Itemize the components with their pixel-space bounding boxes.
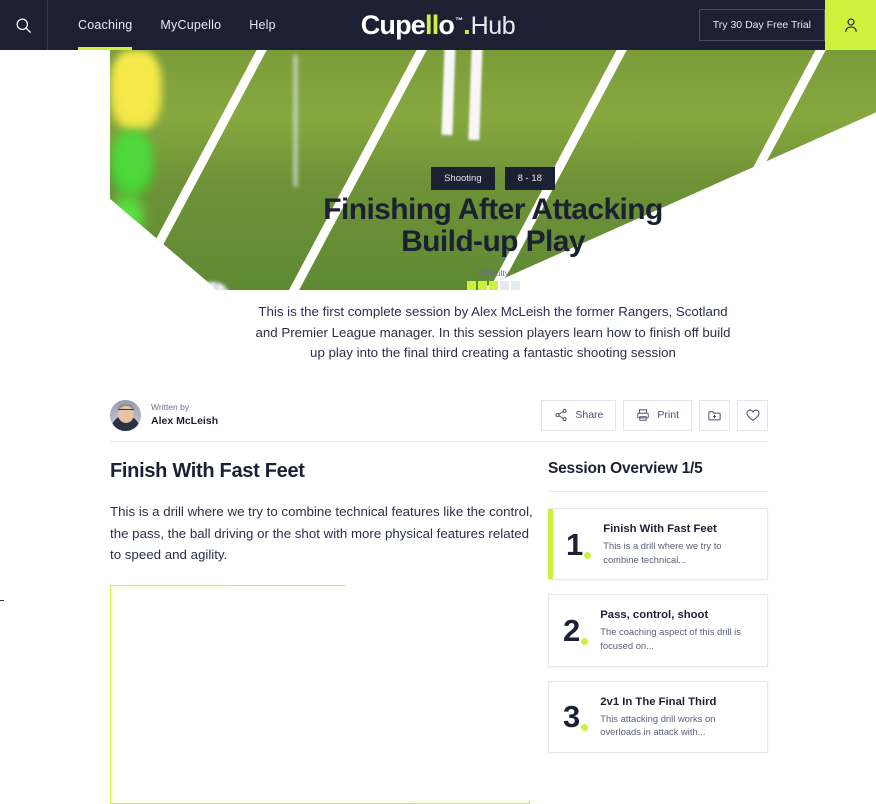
user-icon [844, 18, 857, 32]
share-label: Share [575, 409, 604, 421]
author-block[interactable]: Written by Alex McLeish [110, 399, 218, 431]
difficulty-squares [110, 281, 876, 290]
logo-hub: Hub [470, 11, 516, 40]
objective-item: Keep the hurdles low but you want to see… [133, 738, 507, 772]
favourite-button[interactable] [737, 399, 768, 431]
session-snippet: The coaching aspect of this drill is foc… [600, 626, 741, 652]
session-text: Pass, control, shoot The coaching aspect… [600, 608, 753, 652]
hero-section: Shooting 8 - 18 Finishing After Attackin… [0, 50, 876, 395]
printer-icon [637, 409, 650, 421]
tag-age-range[interactable]: 8 - 18 [504, 167, 555, 190]
session-overview-column: Session Overview 1/5 1 Finish With Fast … [548, 460, 768, 767]
logo-trademark: ™ [455, 15, 464, 25]
site-header: Coaching MyCupello Help Cupe ll o ™ . Hu… [0, 0, 876, 50]
session-item-2[interactable]: 2 Pass, control, shoot The coaching aspe… [548, 594, 768, 667]
hero-description: This is the first complete session by Al… [255, 304, 731, 361]
objectives-title: Coaching Objectives [133, 612, 272, 628]
session-snippet: This is a drill where we try to combine … [603, 540, 722, 565]
author-text: Written by Alex McLeish [151, 402, 218, 428]
session-number: 2 [563, 615, 589, 646]
site-logo[interactable]: Cupe ll o ™ . Hub [361, 10, 516, 41]
free-trial-label: Try 30 Day Free Trial [712, 19, 811, 31]
session-snippet: This attacking drill works on overloads … [600, 712, 716, 738]
logo-part-1: Cupe [360, 9, 426, 40]
drill-column: Finish With Fast Feet This is a drill wh… [110, 460, 534, 566]
folder-add-icon [708, 410, 721, 420]
tag-label: 8 - 18 [517, 173, 542, 184]
free-trial-button[interactable]: Try 30 Day Free Trial [698, 9, 825, 41]
share-button[interactable]: Share [541, 399, 617, 431]
edge-artifact [0, 600, 4, 601]
hero-title-line-1: Finishing After Attacking [323, 193, 663, 226]
drill-title: Finish With Fast Feet [110, 460, 305, 482]
print-button[interactable]: Print [623, 399, 692, 431]
objective-item: The drill should be done at a fast pace [133, 643, 507, 660]
session-item-3[interactable]: 3 2v1 In The Final Third This attacking … [548, 680, 768, 754]
objectives-list: The drill should be done at a fast pace … [133, 643, 507, 804]
hero-content: Shooting 8 - 18 Finishing After Attackin… [110, 50, 876, 395]
session-number: 1 [566, 529, 592, 560]
written-by-label: Written by [151, 402, 190, 413]
session-overview-title: Session Overview 1/5 [548, 460, 703, 477]
session-overview-list: 1 Finish With Fast Feet This is a drill … [548, 508, 768, 754]
nav-item-help[interactable]: Help [249, 0, 276, 50]
logo-part-3: o [438, 9, 455, 40]
difficulty-square [510, 281, 520, 290]
author-name: Alex McLeish [151, 414, 219, 427]
difficulty-square [488, 281, 498, 290]
difficulty-square [499, 281, 509, 290]
session-text: 2v1 In The Final Third This attacking dr… [600, 695, 753, 739]
tag-category[interactable]: Shooting [431, 167, 495, 190]
difficulty-square [466, 281, 476, 290]
session-overview-rule [548, 491, 768, 492]
action-buttons: Share Print [541, 399, 768, 431]
session-name: 2v1 In The Final Third [600, 695, 717, 708]
objectives-inner: Coaching Objectives The drill should be … [111, 586, 529, 803]
avatar [110, 399, 141, 431]
objective-item: Use both feet and control with the insid… [133, 786, 507, 804]
logo-part-ll: ll [425, 9, 439, 40]
hero-title: Finishing After Attacking Build-up Play [110, 194, 876, 257]
nav-label: MyCupello [160, 18, 222, 32]
heart-icon [745, 409, 760, 421]
account-button[interactable] [825, 0, 876, 50]
session-name: Pass, control, shoot [600, 609, 709, 622]
nav-label: Coaching [78, 18, 133, 32]
content-divider [110, 441, 768, 442]
hero-title-line-2: Build-up Play [401, 224, 585, 258]
nav-item-coaching[interactable]: Coaching [78, 0, 133, 50]
difficulty-meter: Difficulty [110, 268, 876, 290]
hero-tags: Shooting 8 - 18 [110, 167, 876, 190]
difficulty-square [477, 281, 487, 290]
nav-label: Help [249, 18, 276, 32]
difficulty-label: Difficulty [477, 268, 509, 278]
nav-item-mycupello[interactable]: MyCupello [160, 0, 221, 50]
share-icon [555, 408, 567, 422]
logo-dot: . [463, 9, 471, 40]
objective-item: Passes are key to performing at a high p… [133, 674, 507, 724]
tag-label: Shooting [444, 173, 482, 184]
session-item-1[interactable]: 1 Finish With Fast Feet This is a drill … [548, 508, 768, 581]
page-root: Coaching MyCupello Help Cupe ll o ™ . Hu… [0, 0, 876, 804]
session-number: 3 [563, 701, 589, 732]
search-icon[interactable] [0, 0, 48, 50]
add-to-folder-button[interactable] [699, 399, 730, 431]
print-label: Print [657, 409, 679, 421]
coaching-objectives-panel: Coaching Objectives The drill should be … [110, 585, 530, 804]
session-text: Finish With Fast Feet This is a drill wh… [603, 522, 753, 566]
author-actions-row: Written by Alex McLeish Share Print [110, 393, 768, 437]
main-nav: Coaching MyCupello Help [78, 0, 304, 50]
session-name: Finish With Fast Feet [603, 523, 717, 535]
drill-paragraph: This is a drill where we try to combine … [110, 504, 533, 563]
